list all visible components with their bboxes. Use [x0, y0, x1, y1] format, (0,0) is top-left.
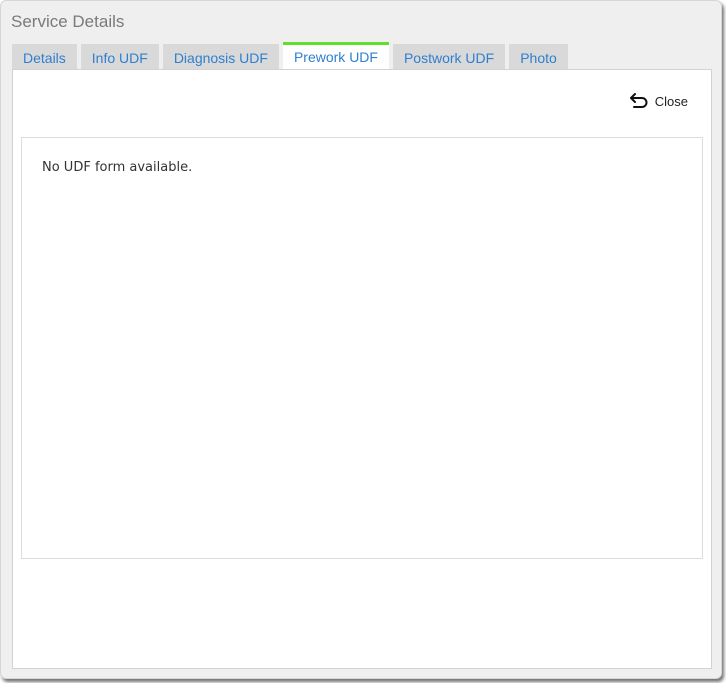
tab-details[interactable]: Details	[12, 44, 77, 70]
service-details-dialog: Service Details Details Info UDF Diagnos…	[0, 0, 722, 679]
tab-photo[interactable]: Photo	[509, 44, 568, 70]
tab-diagnosis-udf[interactable]: Diagnosis UDF	[162, 44, 279, 70]
tab-bar: Details Info UDF Diagnosis UDF Prework U…	[12, 42, 568, 70]
close-button[interactable]: Close	[629, 92, 688, 110]
close-label: Close	[654, 93, 688, 109]
tab-content: Close No UDF form available.	[12, 69, 712, 669]
tab-prework-udf[interactable]: Prework UDF	[282, 42, 389, 70]
undo-arrow-icon	[629, 92, 649, 110]
dialog-title: Service Details	[11, 12, 125, 31]
empty-state-message: No UDF form available.	[42, 160, 193, 175]
tab-info-udf[interactable]: Info UDF	[80, 44, 159, 70]
udf-form-panel: No UDF form available.	[21, 137, 703, 559]
tab-postwork-udf[interactable]: Postwork UDF	[392, 44, 506, 70]
